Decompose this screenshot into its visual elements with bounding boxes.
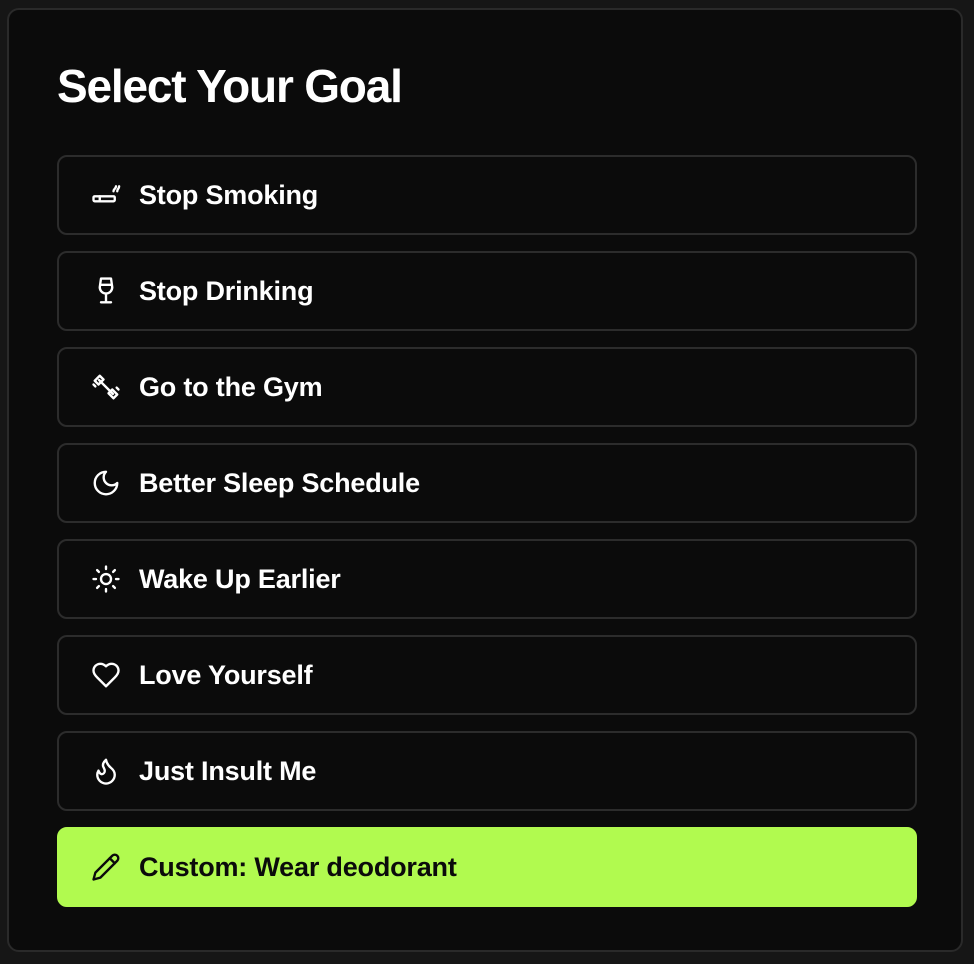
- flame-icon: [91, 756, 121, 786]
- goal-label: Better Sleep Schedule: [139, 467, 420, 498]
- dumbbell-icon: [91, 372, 121, 402]
- heart-icon: [91, 660, 121, 690]
- goal-label: Just Insult Me: [139, 755, 317, 786]
- moon-icon: [91, 468, 121, 498]
- goal-label: Go to the Gym: [139, 371, 323, 402]
- goal-option-just-insult-me[interactable]: Just Insult Me: [57, 731, 917, 811]
- goal-option-wake-up-earlier[interactable]: Wake Up Earlier: [57, 539, 917, 619]
- goal-label: Stop Smoking: [139, 179, 319, 210]
- goal-label: Stop Drinking: [139, 275, 314, 306]
- goal-label: Love Yourself: [139, 659, 313, 690]
- goal-option-stop-smoking[interactable]: Stop Smoking: [57, 155, 917, 235]
- goal-label: Custom: Wear deodorant: [139, 851, 457, 882]
- goal-label: Wake Up Earlier: [139, 563, 341, 594]
- wine-glass-icon: [91, 276, 121, 306]
- goal-option-stop-drinking[interactable]: Stop Drinking: [57, 251, 917, 331]
- cigarette-icon: [91, 180, 121, 210]
- goal-option-custom[interactable]: Custom: Wear deodorant: [57, 827, 917, 907]
- goal-option-love-yourself[interactable]: Love Yourself: [57, 635, 917, 715]
- goal-option-better-sleep[interactable]: Better Sleep Schedule: [57, 443, 917, 523]
- goal-option-go-to-gym[interactable]: Go to the Gym: [57, 347, 917, 427]
- pencil-icon: [91, 852, 121, 882]
- goal-selection-card: Select Your Goal Stop Smoking Stop Drink…: [7, 8, 963, 952]
- goal-list: Stop Smoking Stop Drinking Go to the Gym…: [57, 155, 917, 907]
- page-title: Select Your Goal: [57, 60, 403, 112]
- sun-icon: [91, 564, 121, 594]
